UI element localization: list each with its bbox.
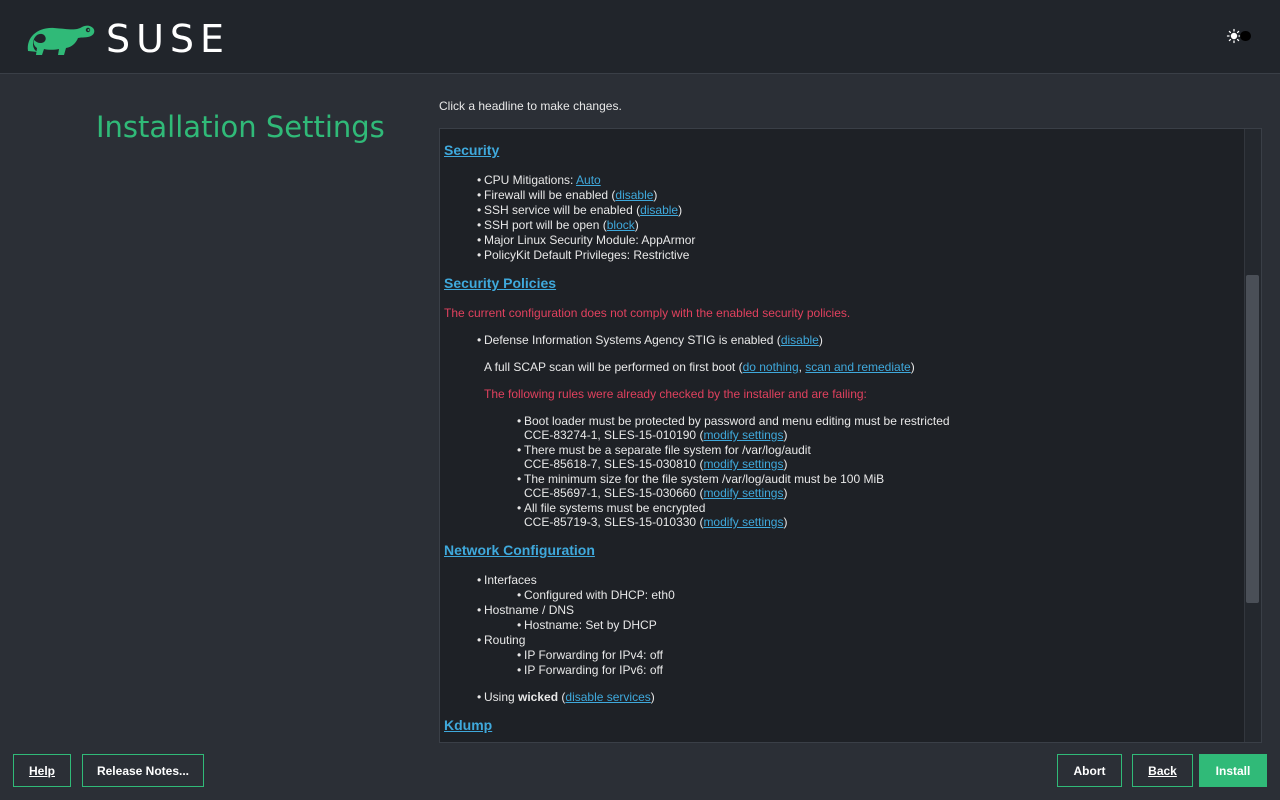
list-item: Using wicked (disable services)	[477, 690, 655, 705]
list-item: CPU Mitigations: Auto	[477, 173, 601, 188]
abort-label: Abort	[1073, 763, 1106, 778]
page-title: Installation Settings	[96, 110, 385, 144]
security-policies-heading[interactable]: Security Policies	[444, 276, 556, 291]
paren: )	[818, 333, 823, 347]
list-item: Major Linux Security Module: AppArmor	[477, 233, 695, 248]
list-item: Defense Information Systems Agency STIG …	[477, 333, 823, 348]
brand-text: SUSE	[106, 17, 231, 61]
list-item: Interfaces	[477, 573, 537, 588]
rule-ids-text: CCE-85697-1, SLES-15-030660 (	[524, 486, 704, 500]
install-button[interactable]: Install	[1199, 754, 1267, 787]
rule-ids: CCE-85719-3, SLES-15-010330 (modify sett…	[524, 515, 787, 530]
paren: )	[783, 515, 788, 529]
compliance-warning: The current configuration does not compl…	[444, 306, 851, 320]
release-notes-button[interactable]: Release Notes...	[82, 754, 204, 787]
disable-services-link[interactable]: disable services	[565, 690, 650, 704]
theme-toggle[interactable]	[1226, 28, 1252, 44]
back-button[interactable]: Back	[1132, 754, 1193, 787]
list-item: Hostname: Set by DHCP	[517, 618, 657, 633]
firewall-label: Firewall will be enabled (	[484, 188, 616, 202]
rule-ids: CCE-83274-1, SLES-15-010190 (modify sett…	[524, 428, 787, 443]
scap-label: A full SCAP scan will be performed on fi…	[484, 360, 743, 374]
using-label: Using	[484, 690, 519, 704]
modify-settings-link[interactable]: modify settings	[703, 428, 783, 442]
release-notes-label: Release Notes...	[96, 763, 190, 778]
ssh-service-label: SSH service will be enabled (	[484, 203, 641, 217]
install-label: Install	[1215, 763, 1251, 778]
paren: )	[783, 428, 788, 442]
cpu-mitigations-link[interactable]: Auto	[576, 173, 601, 187]
help-label: Help	[28, 763, 55, 778]
kdump-heading[interactable]: Kdump	[444, 718, 492, 733]
list-item: Routing	[477, 633, 525, 648]
list-item: IP Forwarding for IPv4: off	[517, 648, 663, 663]
abort-button[interactable]: Abort	[1057, 754, 1122, 787]
rule-ids: CCE-85697-1, SLES-15-030660 (modify sett…	[524, 486, 787, 501]
do-nothing-link[interactable]: do nothing	[743, 360, 799, 374]
firewall-disable-link[interactable]: disable	[615, 188, 653, 202]
rule-text: There must be a separate file system for…	[517, 443, 811, 458]
paren: )	[634, 218, 639, 232]
list-item: SSH service will be enabled (disable)	[477, 203, 683, 218]
list-item: Firewall will be enabled (disable)	[477, 188, 658, 203]
suse-logo: SUSE	[24, 17, 231, 61]
rule-text: All file systems must be encrypted	[517, 501, 705, 516]
list-item: Hostname / DNS	[477, 603, 574, 618]
stig-label: Defense Information Systems Agency STIG …	[484, 333, 781, 347]
hint-text: Click a headline to make changes.	[439, 99, 622, 113]
modify-settings-link[interactable]: modify settings	[703, 515, 783, 529]
rule-ids-text: CCE-85618-7, SLES-15-030810 (	[524, 457, 704, 471]
help-button[interactable]: Help	[13, 754, 71, 787]
rule-ids-text: CCE-85719-3, SLES-15-010330 (	[524, 515, 704, 529]
ssh-service-disable-link[interactable]: disable	[640, 203, 678, 217]
list-item: IP Forwarding for IPv6: off	[517, 663, 663, 678]
paren: )	[783, 457, 788, 471]
stig-disable-link[interactable]: disable	[781, 333, 819, 347]
rule-text: The minimum size for the file system /va…	[517, 472, 884, 487]
scan-and-remediate-link[interactable]: scan and remediate	[805, 360, 910, 374]
paren: )	[910, 360, 915, 374]
chameleon-icon	[27, 25, 95, 55]
network-configuration-heading[interactable]: Network Configuration	[444, 543, 595, 558]
ssh-port-label: SSH port will be open (	[484, 218, 607, 232]
security-heading[interactable]: Security	[444, 143, 499, 158]
network-backend: wicked	[518, 690, 559, 704]
rule-ids: CCE-85618-7, SLES-15-030810 (modify sett…	[524, 457, 787, 472]
paren: )	[678, 203, 683, 217]
scap-line: A full SCAP scan will be performed on fi…	[484, 360, 915, 375]
failing-rules-intro: The following rules were already checked…	[484, 387, 867, 401]
rule-text: Boot loader must be protected by passwor…	[517, 414, 950, 429]
modify-settings-link[interactable]: modify settings	[703, 457, 783, 471]
vertical-scrollbar[interactable]	[1244, 129, 1261, 742]
list-item: SSH port will be open (block)	[477, 218, 639, 233]
list-item: PolicyKit Default Privileges: Restrictiv…	[477, 248, 689, 263]
scrollbar-thumb[interactable]	[1246, 275, 1259, 603]
rule-ids-text: CCE-83274-1, SLES-15-010190 (	[524, 428, 704, 442]
cpu-mitigations-label: CPU Mitigations:	[484, 173, 577, 187]
ssh-port-block-link[interactable]: block	[607, 218, 635, 232]
paren: )	[783, 486, 788, 500]
paren: )	[653, 188, 658, 202]
back-label: Back	[1148, 763, 1177, 778]
top-bar: SUSE	[0, 0, 1280, 74]
settings-panel: Security CPU Mitigations: Auto Firewall …	[439, 128, 1262, 743]
list-item: Configured with DHCP: eth0	[517, 588, 675, 603]
paren: )	[650, 690, 655, 704]
sun-icon	[1226, 28, 1251, 44]
modify-settings-link[interactable]: modify settings	[703, 486, 783, 500]
